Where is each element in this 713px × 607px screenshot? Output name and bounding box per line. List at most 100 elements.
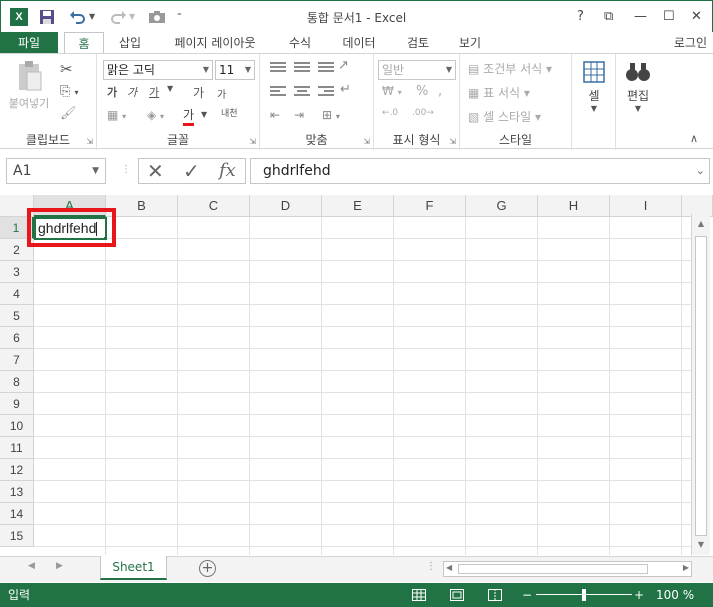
shrink-font-button[interactable]: 가 bbox=[217, 86, 226, 101]
column-header[interactable]: D bbox=[250, 195, 322, 217]
row-header[interactable]: 13 bbox=[0, 481, 34, 503]
copy-icon[interactable]: ⎘ ▾ bbox=[60, 84, 79, 99]
percent-button[interactable]: % bbox=[416, 84, 428, 99]
enter-icon[interactable]: ✓ bbox=[183, 159, 200, 183]
horizontal-scroll-thumb[interactable] bbox=[458, 564, 648, 574]
bold-button[interactable]: 가 bbox=[107, 84, 117, 100]
format-painter-icon[interactable]: 🖌 bbox=[60, 106, 77, 121]
underline-button[interactable]: 가 bbox=[149, 84, 159, 100]
scroll-left-icon[interactable]: ◀ bbox=[446, 563, 452, 572]
increase-indent-icon[interactable]: ⇥ bbox=[294, 108, 304, 122]
zoom-slider-thumb[interactable] bbox=[582, 589, 586, 601]
column-header[interactable]: I bbox=[610, 195, 682, 217]
tab-review[interactable]: 검토 bbox=[398, 32, 438, 54]
zoom-in-button[interactable]: + bbox=[634, 583, 644, 607]
cut-icon[interactable]: ✂ bbox=[60, 60, 73, 78]
scroll-up-icon[interactable]: ▲ bbox=[692, 216, 710, 232]
page-break-view-icon[interactable] bbox=[488, 583, 502, 607]
font-size-select[interactable]: 11 ▼ bbox=[215, 60, 255, 80]
tab-file[interactable]: 파일 bbox=[0, 32, 58, 54]
increase-decimal-icon[interactable]: ←.0 bbox=[382, 108, 398, 118]
login-link[interactable]: 로그인 bbox=[674, 32, 707, 54]
collapse-ribbon-icon[interactable]: ∧ bbox=[690, 132, 698, 145]
column-header[interactable]: E bbox=[322, 195, 394, 217]
comma-icon[interactable]: , bbox=[438, 84, 442, 99]
alignment-launcher-icon[interactable]: ⇲ bbox=[363, 137, 370, 146]
cancel-icon[interactable]: ✕ bbox=[147, 159, 164, 183]
tab-view[interactable]: 보기 bbox=[450, 32, 490, 54]
zoom-level[interactable]: 100 % bbox=[656, 583, 694, 607]
normal-view-icon[interactable] bbox=[412, 583, 426, 607]
formula-bar-grip-icon[interactable]: ⋮ bbox=[121, 164, 131, 175]
column-header[interactable]: C bbox=[178, 195, 250, 217]
italic-button[interactable]: 가 bbox=[127, 84, 137, 100]
scroll-right-icon[interactable]: ▶ bbox=[683, 563, 689, 572]
name-box[interactable]: A1 ▼ bbox=[6, 158, 106, 184]
row-header[interactable]: 12 bbox=[0, 459, 34, 481]
clipboard-launcher-icon[interactable]: ⇲ bbox=[86, 137, 93, 146]
tab-insert[interactable]: 삽입 bbox=[110, 32, 150, 54]
format-as-table-button[interactable]: ▦ 표 서식 ▾ bbox=[468, 84, 530, 101]
cell-area[interactable] bbox=[34, 217, 691, 555]
column-header[interactable]: F bbox=[394, 195, 466, 217]
next-sheet-icon[interactable]: ▶ bbox=[56, 561, 63, 571]
merge-center-icon[interactable]: ⊞ ▾ bbox=[322, 108, 340, 122]
align-center-icon[interactable] bbox=[294, 86, 310, 98]
align-top-icon[interactable] bbox=[270, 62, 286, 74]
cells-button[interactable]: 셀 ▼ bbox=[578, 60, 610, 113]
help-icon[interactable]: ? bbox=[577, 7, 584, 27]
close-icon[interactable]: ✕ bbox=[691, 7, 702, 27]
align-right-icon[interactable] bbox=[318, 86, 334, 98]
horizontal-scrollbar[interactable]: ◀ ▶ bbox=[443, 561, 692, 577]
paste-button[interactable]: 붙여넣기 bbox=[6, 60, 52, 111]
phonetic-button[interactable]: 내천 bbox=[221, 106, 238, 119]
decrease-decimal-icon[interactable]: .00→ bbox=[412, 108, 434, 118]
vertical-scrollbar[interactable]: ▲ ▼ bbox=[691, 214, 710, 555]
tab-page-layout[interactable]: 페이지 레이아웃 bbox=[162, 32, 268, 54]
underline-dropdown-icon[interactable]: ▼ bbox=[167, 84, 173, 93]
row-header[interactable]: 10 bbox=[0, 415, 34, 437]
column-header[interactable]: H bbox=[538, 195, 610, 217]
number-format-select[interactable]: 일반 ▼ bbox=[378, 60, 456, 80]
font-color-button[interactable]: 가 bbox=[183, 106, 195, 126]
font-color-dropdown-icon[interactable]: ▼ bbox=[201, 110, 207, 119]
row-header[interactable]: 7 bbox=[0, 349, 34, 371]
align-bottom-icon[interactable] bbox=[318, 62, 334, 74]
cell-styles-button[interactable]: ▧ 셀 스타일 ▾ bbox=[468, 108, 541, 125]
column-header[interactable]: G bbox=[466, 195, 538, 217]
column-header[interactable]: B bbox=[106, 195, 178, 217]
row-header[interactable]: 15 bbox=[0, 525, 34, 547]
font-launcher-icon[interactable]: ⇲ bbox=[249, 137, 256, 146]
formula-input[interactable]: ghdrlfehd ⌄ bbox=[250, 158, 710, 184]
row-header[interactable]: 9 bbox=[0, 393, 34, 415]
tab-formulas[interactable]: 수식 bbox=[280, 32, 320, 54]
zoom-out-button[interactable]: − bbox=[522, 583, 532, 607]
decrease-indent-icon[interactable]: ⇤ bbox=[270, 108, 280, 122]
vertical-scroll-thumb[interactable] bbox=[695, 236, 707, 536]
page-layout-view-icon[interactable] bbox=[450, 583, 464, 607]
row-header[interactable]: 8 bbox=[0, 371, 34, 393]
ribbon-display-icon[interactable]: ⧉ bbox=[604, 7, 613, 27]
currency-icon[interactable]: ₩ ▾ bbox=[382, 84, 402, 98]
align-middle-icon[interactable] bbox=[294, 62, 310, 74]
tab-data[interactable]: 데이터 bbox=[334, 32, 384, 54]
fill-color-icon[interactable]: ◈ ▾ bbox=[147, 108, 164, 122]
scroll-down-icon[interactable]: ▼ bbox=[692, 537, 710, 553]
minimize-icon[interactable]: — bbox=[634, 7, 647, 27]
number-launcher-icon[interactable]: ⇲ bbox=[449, 137, 456, 146]
grow-font-button[interactable]: 가 bbox=[193, 84, 204, 101]
row-header[interactable]: 6 bbox=[0, 327, 34, 349]
sheet-tab[interactable]: Sheet1 bbox=[100, 556, 167, 580]
editing-button[interactable]: 편집 ▼ bbox=[622, 60, 654, 113]
font-name-select[interactable]: 맑은 고딕 ▼ bbox=[103, 60, 213, 80]
maximize-icon[interactable]: ☐ bbox=[663, 7, 675, 27]
orientation-icon[interactable]: ↗ bbox=[338, 58, 349, 73]
add-sheet-icon[interactable]: + bbox=[199, 560, 216, 577]
tab-split-icon[interactable]: ⋮ bbox=[426, 561, 436, 572]
row-header[interactable]: 11 bbox=[0, 437, 34, 459]
tab-home[interactable]: 홈 bbox=[64, 32, 104, 54]
row-header[interactable]: 5 bbox=[0, 305, 34, 327]
conditional-formatting-button[interactable]: ▤ 조건부 서식 ▾ bbox=[468, 60, 552, 77]
align-left-icon[interactable] bbox=[270, 86, 286, 98]
row-header[interactable]: 4 bbox=[0, 283, 34, 305]
